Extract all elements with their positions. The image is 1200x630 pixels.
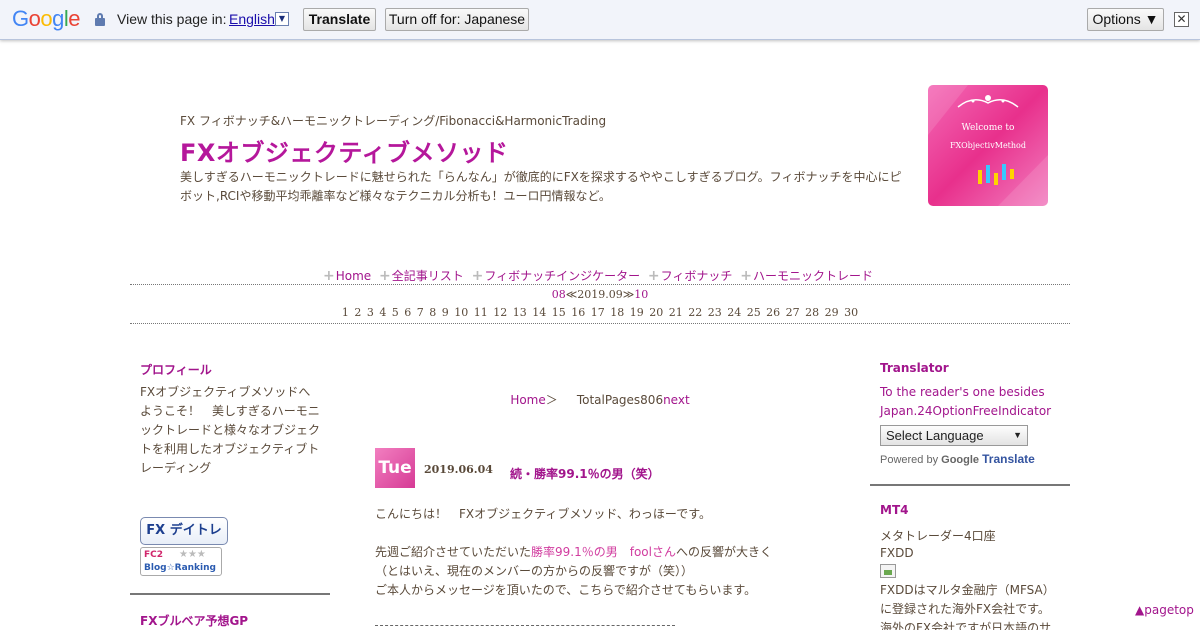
google-translate-bar: Google View this page in: English ▼ Tran… bbox=[0, 0, 1200, 40]
language-link[interactable]: English bbox=[229, 11, 275, 27]
blog-ranking-label: Blog☆Ranking bbox=[144, 563, 216, 573]
nav-item-fibonacci[interactable]: フィボナッチ bbox=[661, 269, 733, 283]
blog-description: 美しすぎるハーモニックトレードに魅せられた「らんなん」が徹底的にFXを探求するや… bbox=[180, 170, 902, 203]
mt4-text: に登録された海外FX会社です。 bbox=[880, 602, 1050, 616]
google-logo: Google bbox=[12, 6, 81, 31]
calendar-month: 08≪2019.09≫10 bbox=[130, 288, 1070, 301]
sidebar-separator bbox=[130, 593, 330, 595]
post-text: 先週ご紹介させていただいた bbox=[375, 545, 532, 559]
calendar-days: 1 2 3 4 5 6 7 8 9 10 11 12 13 14 15 16 1… bbox=[341, 306, 859, 319]
translator-heading: Translator bbox=[880, 361, 949, 375]
chevron-down-icon: ▼ bbox=[1013, 430, 1022, 440]
powered-by-label: Powered by bbox=[880, 454, 939, 466]
mt4-text: メタトレーダー4口座 bbox=[880, 529, 996, 543]
turn-off-button[interactable]: Turn off for: Japanese bbox=[385, 8, 529, 31]
calendar-current-month: ≪2019.09≫ bbox=[565, 288, 635, 301]
mt4-text: 海外のFX会社ですが日本語のサ bbox=[880, 621, 1052, 630]
pager-next-link[interactable]: next bbox=[663, 393, 690, 407]
fx-daytrade-badge[interactable]: FX デイトレ派 bbox=[140, 517, 228, 564]
pagetop-link[interactable]: ▲pagetop bbox=[1135, 603, 1194, 617]
bullbear-heading: FXブルベア予想GP bbox=[140, 614, 249, 628]
view-page-label: View this page in: bbox=[117, 11, 227, 27]
banner-line1: Welcome to bbox=[962, 123, 1015, 133]
banner-graphic: Welcome to FXObjectivMethod bbox=[928, 85, 1048, 206]
post-divider bbox=[375, 625, 675, 626]
post-title[interactable]: 続・勝率99.1％の男（笑） bbox=[510, 465, 660, 482]
powered-by: Powered by Google Translate bbox=[880, 452, 1035, 466]
language-dropdown-icon[interactable]: ▼ bbox=[275, 12, 289, 26]
plus-icon: + bbox=[323, 268, 335, 284]
pager: Home＞ TotalPages806next bbox=[375, 391, 825, 408]
nav-item-harmonic-trade[interactable]: ハーモニックトレード bbox=[753, 269, 873, 283]
fc2-label: FC2 bbox=[144, 550, 164, 560]
divider bbox=[130, 284, 1070, 285]
options-button[interactable]: Options ▼ bbox=[1087, 8, 1164, 31]
pager-home-link[interactable]: Home bbox=[510, 393, 545, 407]
mt4-heading: MT4 bbox=[880, 503, 909, 517]
language-select-label: Select Language bbox=[886, 428, 984, 443]
profile-text: FXオブジェクティブメソッドへようこそ！ 美しすぎるハーモニックトレードと様々な… bbox=[140, 385, 321, 475]
pager-total: TotalPages806 bbox=[576, 393, 664, 407]
plus-icon: + bbox=[379, 268, 391, 284]
translate-button[interactable]: Translate bbox=[303, 8, 376, 31]
post-link[interactable]: 勝率99.1％の男 foolさん bbox=[531, 545, 676, 559]
post-paragraph: 先週ご紹介させていただいた勝率99.1％の男 foolさんへの反響が大きく bbox=[375, 543, 772, 560]
nav-item-home[interactable]: Home bbox=[336, 269, 371, 283]
post-date: 2019.06.04 bbox=[424, 463, 493, 476]
language-select[interactable]: Select Language ▼ bbox=[880, 425, 1028, 446]
nav-item-all-posts[interactable]: 全記事リスト bbox=[392, 269, 464, 283]
top-nav: +Home +全記事リスト +フィボナッチインジケーター +フィボナッチ +ハー… bbox=[130, 267, 1070, 284]
calendar-prev-month[interactable]: 08 bbox=[552, 288, 566, 301]
lock-icon bbox=[95, 13, 105, 26]
mt4-text: FXDD bbox=[880, 546, 914, 560]
google-translate-link[interactable]: Translate bbox=[982, 452, 1035, 466]
post-day-icon: Tue bbox=[375, 448, 415, 488]
calendar-next-month[interactable]: 10 bbox=[634, 288, 648, 301]
nav-item-fibonacci-indicator[interactable]: フィボナッチインジケーター bbox=[484, 269, 640, 283]
divider bbox=[130, 323, 1070, 324]
image-icon[interactable] bbox=[880, 564, 896, 578]
close-icon[interactable]: ✕ bbox=[1174, 12, 1189, 27]
pager-separator: ＞ bbox=[545, 393, 558, 407]
plus-icon: + bbox=[647, 268, 660, 284]
blog-title[interactable]: FXオブジェクティブメソッド bbox=[180, 133, 508, 168]
welcome-banner[interactable]: Welcome to FXObjectivMethod bbox=[928, 85, 1048, 206]
google-logo-small: Google bbox=[941, 454, 980, 466]
plus-icon: + bbox=[740, 268, 752, 284]
mt4-text: FXDDはマルタ金融庁（MFSA） bbox=[880, 583, 1055, 597]
post-text: への反響が大きく bbox=[675, 545, 772, 559]
blog-subtitle: FX フィボナッチ&ハーモニックトレーディング/Fibonacci&Harmon… bbox=[180, 114, 607, 128]
star-icon: ★★★ bbox=[179, 549, 206, 560]
post-paragraph: ご本人からメッセージを頂いたので、こちらで紹介させてもらいます。 bbox=[375, 583, 757, 597]
profile-heading: プロフィール bbox=[140, 363, 212, 377]
banner-line2: FXObjectivMethod bbox=[950, 141, 1026, 150]
post-paragraph: こんにちは！ FXオブジェクティブメソッド、わっほーです。 bbox=[375, 507, 712, 521]
post-paragraph: （とはいえ、現在のメンバーの方からの反響ですが（笑）） bbox=[375, 564, 694, 578]
translator-text[interactable]: To the reader's one besides Japan.24Opti… bbox=[880, 383, 1065, 421]
plus-icon: + bbox=[471, 268, 484, 284]
fc2-ranking-badge[interactable]: FC2 ★★★ Blog☆Ranking bbox=[140, 547, 222, 576]
sidebar-separator bbox=[870, 484, 1070, 486]
